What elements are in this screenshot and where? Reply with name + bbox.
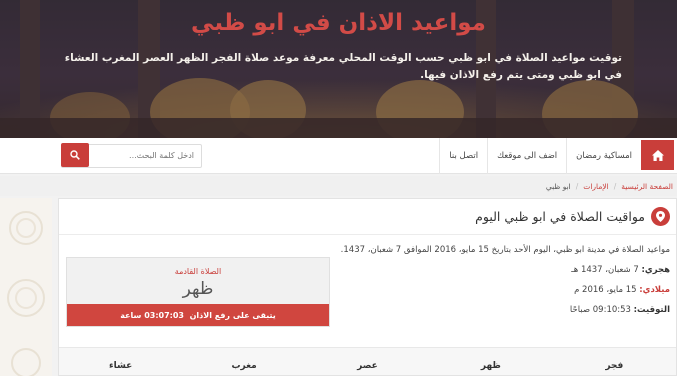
ornament-pattern [7,211,45,376]
breadcrumb-country[interactable]: الإمارات [583,182,608,191]
nav-item-add-to-site[interactable]: اضف الى موقعك [487,138,566,174]
breadcrumb-separator: / [575,181,579,191]
page-title: مواعيد الاذان في ابو ظبي [191,10,486,36]
next-prayer-box: الصلاة القادمة ظهر يتبقى على رفع الاذان … [66,257,330,327]
breadcrumb-separator: / [613,181,617,191]
nav-item-contact[interactable]: اتصل بنا [439,138,487,174]
next-prayer-name: ظهر [182,279,214,299]
search-button[interactable] [61,143,89,167]
countdown-time: 03:07:03 [144,310,184,320]
intro-text: مواعيد الصلاة في مدينة ابو ظبي، اليوم ال… [340,245,670,255]
date-info: مواعيد الصلاة في مدينة ابو ظبي، اليوم ال… [330,243,670,323]
nav-menu: امساكية رمضان اضف الى موقعك اتصل بنا [439,138,641,174]
page-description: توقيت مواعيد الصلاة في ابو ظبي حسب الوقت… [64,52,622,81]
header-dhuhr: ظهر [480,360,501,371]
location-pin-icon [651,207,670,226]
countdown-unit: ساعة [120,310,142,320]
home-button[interactable] [641,140,674,170]
header-fajr: فجر [605,360,624,371]
card-header: مواقيت الصلاة في ابو ظبي اليوم [59,199,676,235]
gregorian-label: ميلادي: [639,285,670,295]
prayer-times-card: مواقيت الصلاة في ابو ظبي اليوم مواعيد ال… [58,198,677,376]
header-isha: عشاء [109,360,133,371]
time-label: التوقيت: [633,305,670,315]
header-asr: عصر [357,360,378,371]
side-ornament [0,198,52,376]
breadcrumb: الصفحة الرئيسية / الإمارات / ابو ظبي [0,176,677,196]
hijri-label: هجري: [641,265,671,275]
hijri-value: 7 شعبان، 1437 هـ [571,265,639,275]
time-value: 09:10:53 صباحًا [569,305,631,315]
prayer-table-header: فجر ظهر عصر مغرب عشاء [59,347,676,375]
card-title: مواقيت الصلاة في ابو ظبي اليوم [475,209,645,224]
countdown-text: يتبقى على رفع الاذان [189,310,276,320]
next-prayer-label: الصلاة القادمة [174,267,222,276]
gregorian-row: ميلادي: 15 مايو، 2016 م [330,283,670,297]
header-maghrib: مغرب [231,360,257,371]
home-icon [651,149,664,161]
time-row: التوقيت: 09:10:53 صباحًا [330,303,670,317]
search-icon [70,150,80,160]
hero-banner: مواعيد الاذان في ابو ظبي توقيت مواعيد ال… [0,0,677,138]
nav-item-ramadan[interactable]: امساكية رمضان [566,138,641,174]
breadcrumb-current: ابو ظبي [545,181,571,191]
hijri-row: هجري: 7 شعبان، 1437 هـ [330,263,670,277]
breadcrumb-home[interactable]: الصفحة الرئيسية [621,182,673,191]
countdown-bar: يتبقى على رفع الاذان 03:07:03 ساعة [67,304,329,326]
gregorian-value: 15 مايو، 2016 م [574,285,637,295]
